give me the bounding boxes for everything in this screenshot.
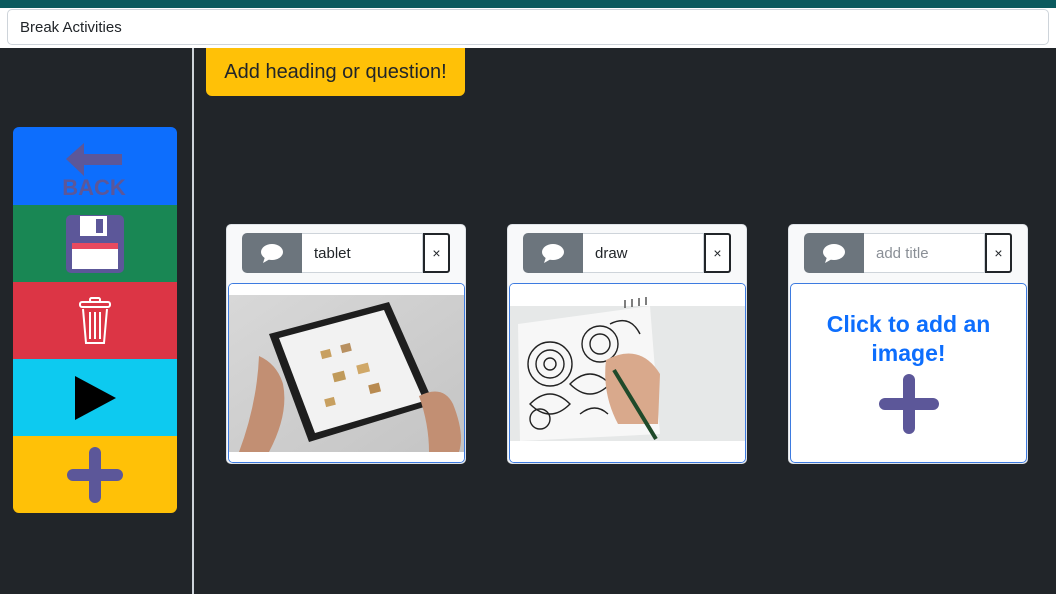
speak-button[interactable]: [804, 233, 864, 273]
save-button[interactable]: [13, 205, 177, 282]
add-card-button[interactable]: [13, 436, 177, 513]
card-title-input[interactable]: [864, 233, 985, 273]
back-button[interactable]: BACK: [13, 127, 177, 205]
add-image-area[interactable]: Click to add an image!: [790, 283, 1027, 463]
sidebar-divider: [192, 48, 194, 594]
board-title-input[interactable]: [7, 9, 1049, 45]
card-toolbar: ×: [523, 233, 733, 273]
drawing-photo: [510, 284, 745, 462]
activity-card: ×: [226, 224, 466, 464]
add-heading-button[interactable]: Add heading or question!: [206, 48, 465, 96]
card-title-input[interactable]: [302, 233, 423, 273]
remove-card-button[interactable]: ×: [704, 233, 731, 273]
remove-card-button[interactable]: ×: [985, 233, 1012, 273]
speech-bubble-icon: [542, 244, 564, 263]
activity-card: × Click to add an image!: [788, 224, 1028, 464]
card-image[interactable]: [228, 283, 465, 463]
back-label: BACK: [62, 175, 126, 197]
arrow-left-icon: BACK: [62, 143, 126, 197]
plus-icon: [67, 446, 123, 503]
card-title-input[interactable]: [583, 233, 704, 273]
speech-bubble-icon: [823, 244, 845, 263]
speak-button[interactable]: [523, 233, 583, 273]
play-button[interactable]: [13, 359, 177, 436]
card-toolbar: ×: [242, 233, 452, 273]
top-accent-bar: [0, 0, 1056, 8]
plus-icon: [879, 374, 939, 434]
play-icon: [75, 375, 116, 420]
sidebar: BACK: [13, 127, 177, 513]
card-toolbar: ×: [804, 233, 1014, 273]
tablet-photo: [229, 284, 464, 462]
remove-card-button[interactable]: ×: [423, 233, 450, 273]
delete-button[interactable]: [13, 282, 177, 359]
add-image-prompt: Click to add an image!: [826, 311, 991, 366]
speak-button[interactable]: [242, 233, 302, 273]
activity-card: ×: [507, 224, 747, 464]
title-bar: [0, 8, 1056, 48]
trash-icon: [79, 296, 111, 344]
speech-bubble-icon: [261, 244, 283, 263]
card-image[interactable]: [509, 283, 746, 463]
floppy-disk-icon: [66, 214, 124, 273]
